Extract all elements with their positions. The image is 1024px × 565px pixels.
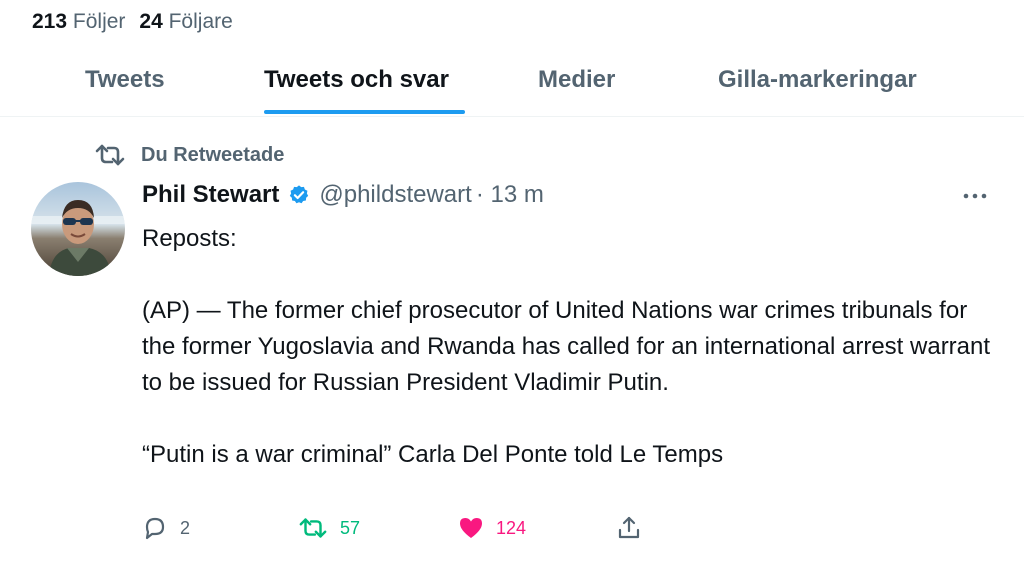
reply-count: 2 [180, 517, 191, 538]
author-handle[interactable]: @phildstewart [319, 181, 471, 209]
heart-icon [460, 518, 482, 538]
retweet-count: 57 [340, 517, 361, 538]
followers-link[interactable]: 24 Följare [139, 10, 232, 33]
like-button[interactable]: 124 [458, 515, 526, 541]
following-count: 213 [32, 10, 68, 33]
tweet-paragraph: Reposts: [142, 225, 237, 252]
share-icon [618, 516, 640, 539]
like-count: 124 [496, 517, 527, 538]
active-tab-indicator [264, 110, 465, 114]
following-label: Följer [72, 10, 126, 33]
followers-label: Följare [168, 10, 233, 33]
tweet-timestamp[interactable]: · 13 m [476, 181, 544, 209]
tab-media[interactable]: Medier [538, 66, 615, 94]
tweet[interactable]: Du Retweetade Phil Stewart @phildstewart… [0, 117, 1024, 565]
reply-icon [145, 517, 165, 540]
profile-stats: 213 Följer 24 Följare [32, 10, 233, 34]
avatar[interactable] [31, 182, 125, 276]
retweet-icon [299, 518, 327, 538]
tweet-paragraph-blank [142, 401, 1002, 437]
tweet-paragraph: “Putin is a war criminal” Carla Del Pont… [142, 441, 724, 468]
retweet-context: Du Retweetade [94, 143, 284, 167]
tweet-paragraph-blank [142, 257, 1002, 293]
retweet-icon [95, 144, 125, 166]
more-icon[interactable] [962, 191, 988, 201]
tweet-paragraph: (AP) — The former chief prosecutor of Un… [142, 297, 991, 396]
verified-badge-icon [290, 185, 309, 204]
tweet-actions: 2 57 124 [142, 515, 1002, 549]
retweet-context-label: Du Retweetade [141, 143, 285, 166]
author-name[interactable]: Phil Stewart [142, 181, 279, 209]
tab-likes[interactable]: Gilla-markeringar [718, 66, 917, 94]
following-link[interactable]: 213 Följer [32, 10, 125, 33]
retweet-button[interactable]: 57 [298, 515, 360, 541]
tab-tweets[interactable]: Tweets [85, 66, 165, 94]
tweet-text: Reposts: (AP) — The former chief prosecu… [142, 221, 1002, 473]
reply-button[interactable]: 2 [142, 515, 190, 541]
profile-tabs: Tweets Tweets och svar Medier Gilla-mark… [0, 52, 1024, 117]
tab-tweets-and-replies[interactable]: Tweets och svar [264, 66, 449, 94]
followers-count: 24 [139, 10, 163, 33]
tweet-header: Phil Stewart @phildstewart · 13 m [142, 181, 544, 209]
share-button[interactable] [616, 515, 642, 541]
